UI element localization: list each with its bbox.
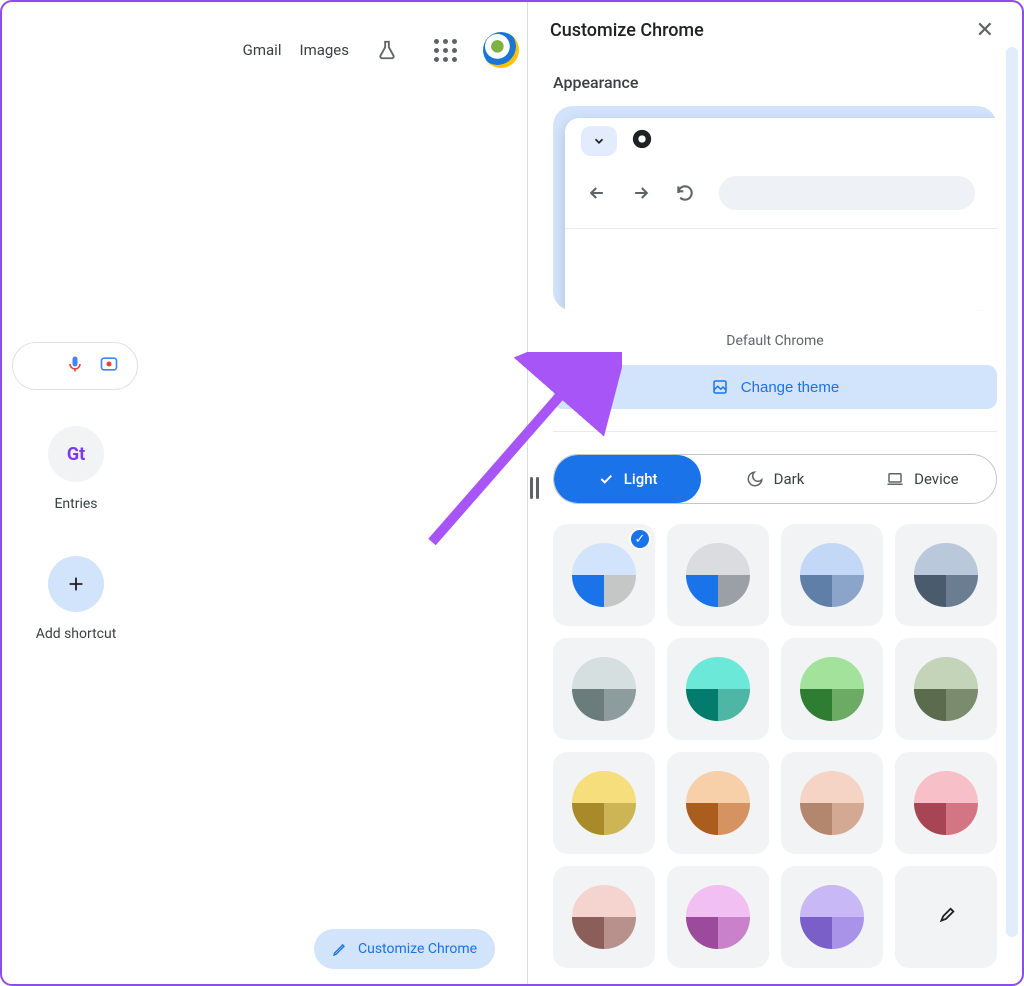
color-swatch[interactable] [781, 752, 883, 854]
color-swatch[interactable] [667, 638, 769, 740]
mode-label: Dark [774, 470, 805, 488]
theme-preview [553, 106, 997, 311]
panel-title: Customize Chrome [550, 20, 704, 41]
color-swatch[interactable] [667, 524, 769, 626]
labs-icon[interactable] [367, 30, 407, 70]
search-box[interactable] [12, 342, 138, 390]
check-icon: ✓ [629, 528, 651, 550]
gmail-link[interactable]: Gmail [243, 41, 282, 59]
moon-icon [746, 470, 764, 488]
eyedropper-icon [935, 906, 957, 928]
mockup-tabstrip [565, 118, 997, 164]
color-swatch[interactable] [553, 638, 655, 740]
lens-icon[interactable] [99, 354, 119, 378]
close-icon[interactable]: ✕ [970, 12, 1000, 49]
forward-icon [631, 183, 651, 203]
reload-icon [675, 183, 695, 203]
laptop-icon [886, 470, 904, 488]
mic-icon[interactable] [65, 354, 85, 378]
shortcut-entries[interactable]: Gt Entries [20, 426, 132, 512]
shortcut-icon: Gt [48, 426, 104, 482]
change-theme-button[interactable]: Change theme [553, 365, 997, 409]
apps-icon[interactable] [425, 30, 465, 70]
shortcut-label: Add shortcut [36, 626, 117, 642]
mode-light[interactable]: Light [554, 455, 701, 503]
panel-header: Customize Chrome ✕ [528, 2, 1022, 59]
top-nav: Gmail Images [243, 30, 519, 70]
color-swatch[interactable] [553, 752, 655, 854]
omnibox-mockup [719, 176, 975, 210]
images-link[interactable]: Images [299, 41, 349, 59]
appearance-heading: Appearance [553, 73, 997, 92]
shortcuts-area: Gt Entries Add shortcut [20, 426, 132, 642]
chrome-icon [631, 128, 653, 154]
mode-device[interactable]: Device [849, 455, 996, 503]
avatar[interactable] [483, 32, 519, 68]
customize-label: Customize Chrome [358, 941, 477, 957]
color-swatch[interactable] [895, 752, 997, 854]
scrollbar[interactable] [1006, 47, 1018, 937]
color-swatch[interactable] [667, 866, 769, 968]
panel-body: Appearance Default Chr [528, 59, 1022, 984]
divider [553, 431, 997, 432]
mode-dark[interactable]: Dark [701, 455, 848, 503]
shortcut-label: Entries [54, 496, 97, 512]
color-swatch[interactable] [781, 524, 883, 626]
custom-color-button[interactable] [895, 866, 997, 968]
mode-toggle: Light Dark Device [553, 454, 997, 504]
mockup-toolbar [565, 164, 997, 229]
customize-panel: Customize Chrome ✕ Appearance [527, 2, 1022, 984]
color-swatch[interactable] [553, 866, 655, 968]
color-swatch[interactable] [667, 752, 769, 854]
pencil-icon [332, 941, 348, 957]
theme-name: Default Chrome [553, 333, 997, 349]
customize-chrome-button[interactable]: Customize Chrome [314, 929, 495, 969]
new-tab-page: Gmail Images Gt Entries Add shortcut [2, 2, 527, 984]
plus-icon [48, 556, 104, 612]
change-theme-label: Change theme [741, 379, 839, 396]
image-icon [711, 378, 729, 396]
add-shortcut-button[interactable]: Add shortcut [20, 556, 132, 642]
mode-label: Light [624, 470, 658, 488]
color-swatch[interactable] [781, 866, 883, 968]
check-icon [598, 471, 614, 487]
color-swatch[interactable] [895, 638, 997, 740]
browser-mockup [565, 118, 997, 311]
color-swatch[interactable] [781, 638, 883, 740]
color-swatch[interactable] [895, 524, 997, 626]
mode-label: Device [914, 470, 958, 488]
color-swatch[interactable]: ✓ [553, 524, 655, 626]
gt-logo: Gt [67, 444, 85, 465]
back-icon [587, 183, 607, 203]
color-swatch-grid: ✓ [553, 524, 997, 968]
chevron-down-icon [581, 126, 617, 156]
